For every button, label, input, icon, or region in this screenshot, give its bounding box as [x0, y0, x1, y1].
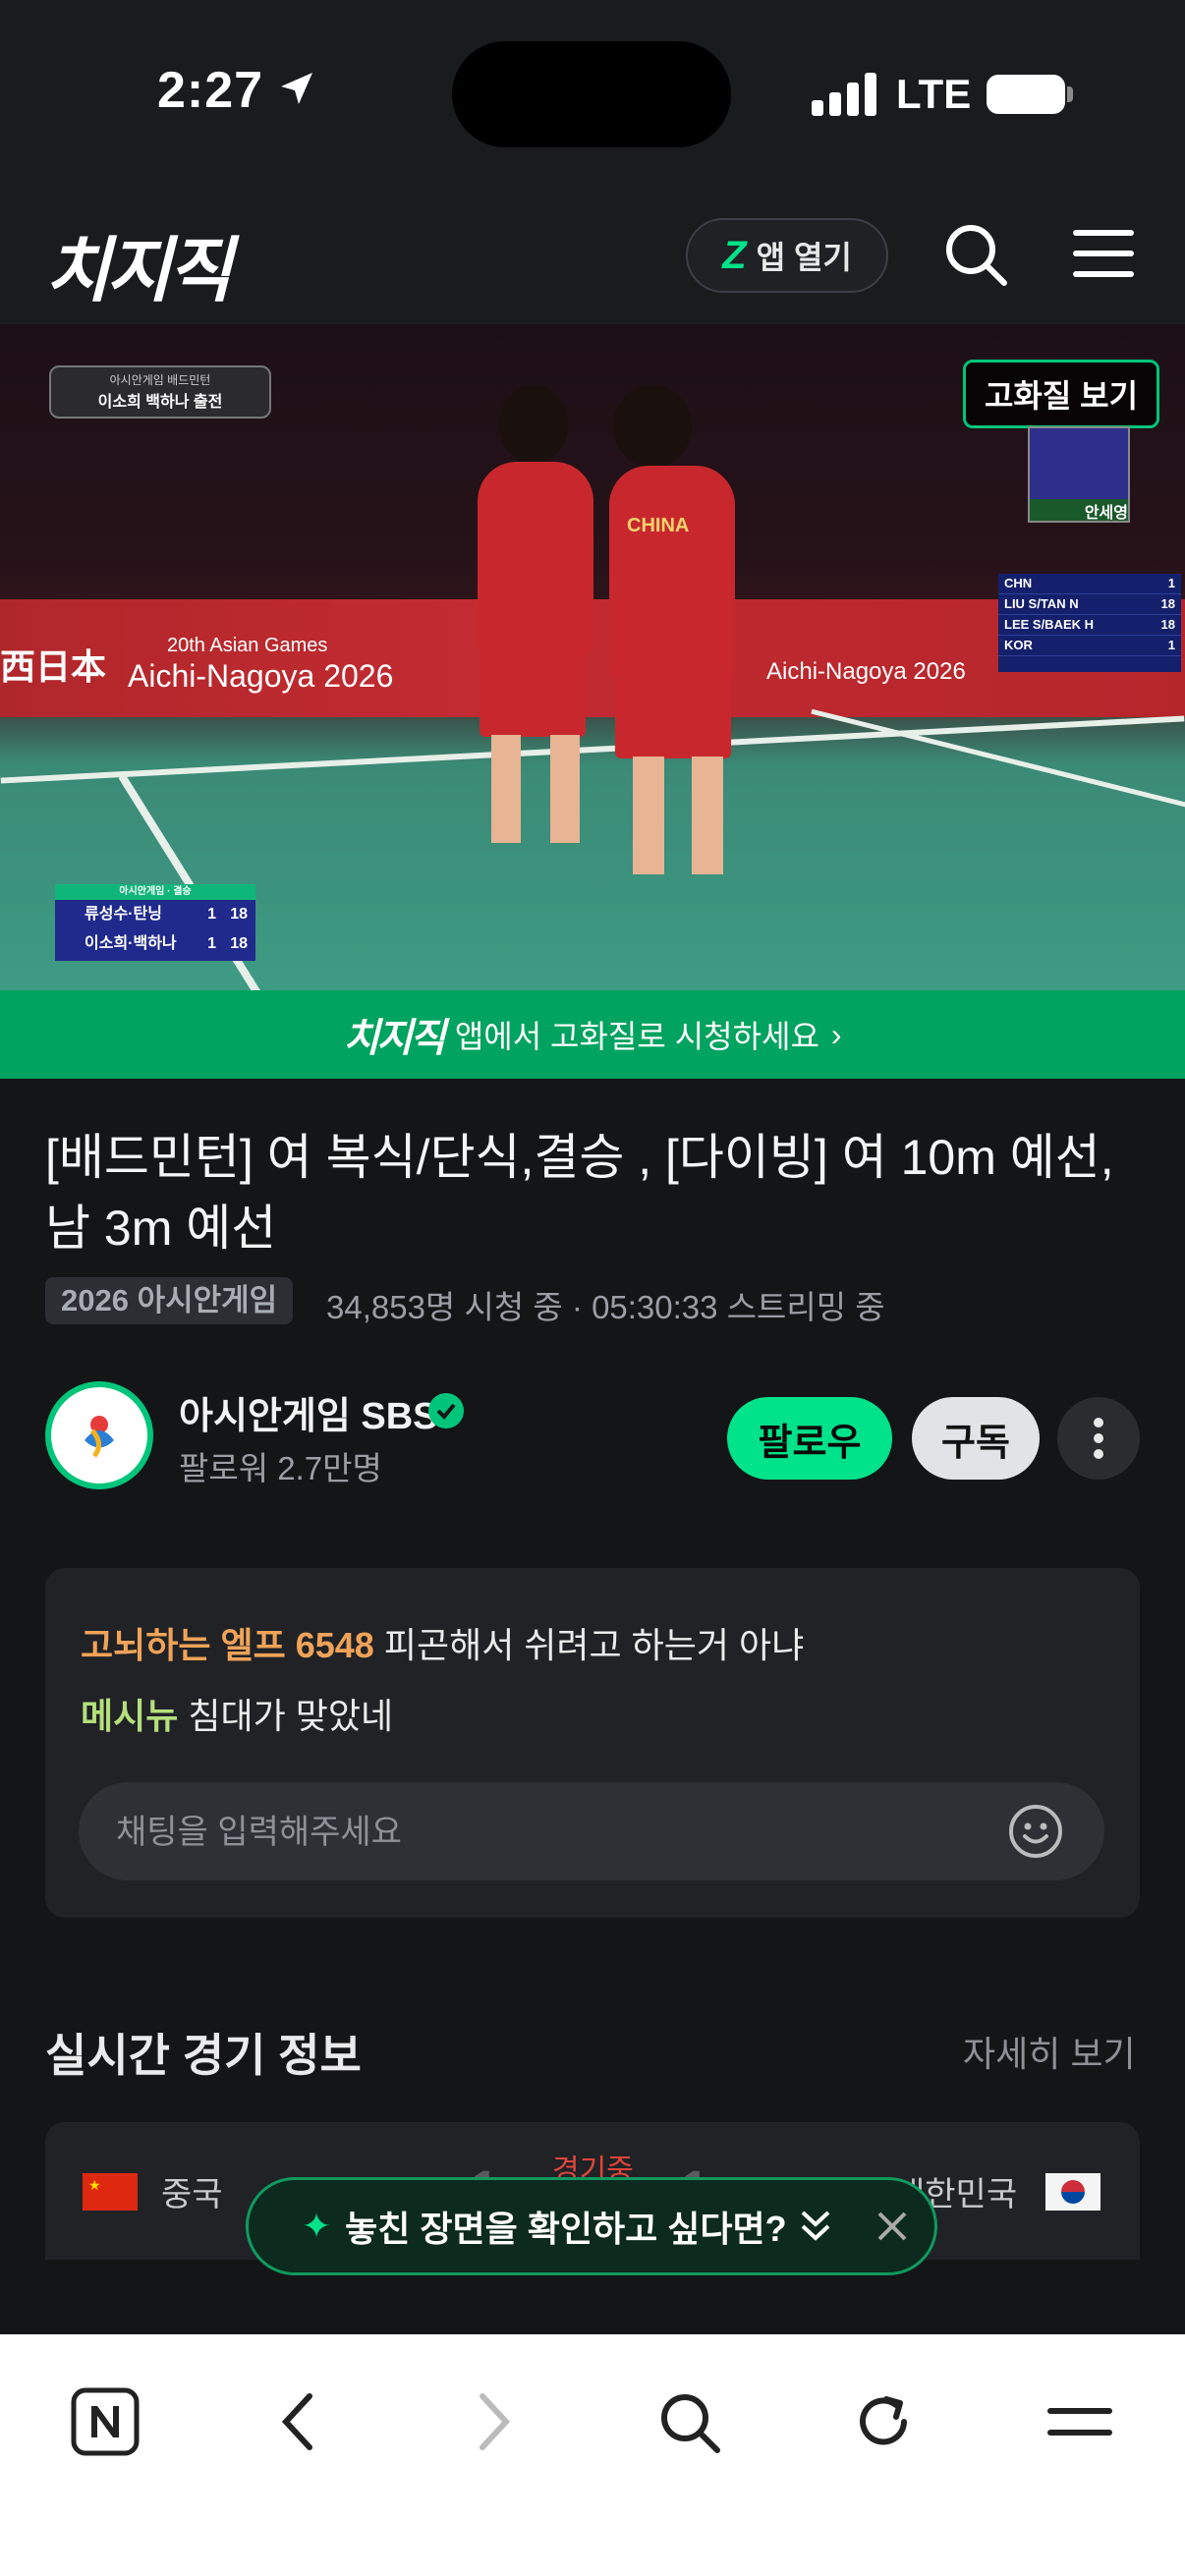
chevron-right-icon: ›	[830, 1016, 842, 1052]
double-chevron-down-icon	[801, 2211, 829, 2241]
chat-text: 침대가 맞았네	[188, 1696, 394, 1736]
naver-n-icon	[71, 2387, 140, 2456]
menu-lines-icon	[1047, 2408, 1112, 2436]
chevron-right-icon	[480, 2393, 511, 2450]
close-icon[interactable]	[875, 2210, 909, 2243]
promo-logo: 치지직	[343, 1017, 445, 1060]
more-vertical-icon	[1094, 1418, 1103, 1459]
scoreboard-right: CHN 1 LIU S/TAN N 18 LEE S/BAEK H 18 KOR 1	[998, 574, 1181, 672]
chat-message: 고뇌하는 엘프 6548 피곤해서 쉬려고 하는거 아냐	[81, 1617, 804, 1668]
missed-scenes-toast[interactable]: ✦ 놓친 장면을 확인하고 싶다면?	[246, 2177, 937, 2275]
battery-icon	[987, 75, 1065, 114]
location-arrow-icon	[281, 73, 312, 104]
browser-bottom-bar	[0, 2334, 1185, 2576]
player-head	[499, 385, 568, 464]
reload-icon	[860, 2396, 907, 2445]
status-time: 2:27	[157, 62, 264, 119]
dynamic-island	[452, 41, 731, 147]
player-shirt: CHINA	[609, 466, 735, 682]
team1-name: 중국	[161, 2176, 223, 2213]
scoreboard-row: LIU S/TAN N 18	[998, 594, 1181, 615]
korea-flag-icon	[1045, 2173, 1100, 2211]
network-label: LTE	[896, 71, 972, 117]
scoreboard-left: 아시안게임 · 결승 류성수·탄닝 1 18 이소희·백하나 1 18	[55, 884, 255, 961]
scoreboard-row: LEE S/BAEK H 18	[998, 615, 1181, 636]
category-chip[interactable]: 2026 아시안게임	[45, 1277, 294, 1324]
chevron-left-icon	[281, 2393, 312, 2450]
hoarding-jp-text: 西日本	[0, 646, 107, 687]
chzzk-z-icon: Z	[722, 233, 747, 277]
player-leg	[491, 735, 521, 843]
stream-title: [배드민턴] 여 복식/단식,결승 , [다이빙] 여 10m 예선,남 3m …	[45, 1130, 1114, 1256]
jersey-text: CHINA	[627, 515, 690, 536]
channel-name[interactable]: 아시안게임 SBS	[179, 1385, 438, 1439]
broadcast-overlay-badge: 아시안게임 배드민턴 이소희 백하나 출전	[49, 365, 271, 419]
forward-button[interactable]	[450, 2378, 538, 2466]
stream-meta: 34,853명 시청 중 · 05:30:33 스트리밍 중	[326, 1281, 885, 1328]
chat-input-container	[79, 1782, 1104, 1882]
asian-games-logo-icon	[85, 1416, 114, 1458]
hoarding-right-text: Aichi-Nagoya 2026	[766, 658, 966, 685]
live-match-section-title: 실시간 경기 정보	[45, 2030, 362, 2081]
signal-icon	[812, 73, 876, 116]
live-match-more-link[interactable]: 자세히 보기	[963, 2026, 1136, 2077]
hoarding-left-line2: Aichi-Nagoya 2026	[128, 658, 394, 694]
more-options-button[interactable]	[1057, 1397, 1140, 1480]
hq-view-button[interactable]: 고화질 보기	[963, 360, 1159, 428]
viewer-count: 34,853명 시청 중	[326, 1289, 563, 1325]
player-head	[613, 385, 692, 468]
scoreboard-row: 류성수·탄닝 1 18	[85, 906, 248, 923]
player-shorts	[615, 668, 731, 758]
meta-separator: ·	[571, 1289, 583, 1325]
stream-duration: 05:30:33 스트리밍 중	[592, 1289, 885, 1325]
commentator-name: 안세영	[1030, 499, 1128, 522]
follow-button[interactable]: 팔로우	[727, 1397, 892, 1480]
chat-nickname[interactable]: 고뇌하는 엘프 6548	[81, 1625, 374, 1665]
reload-button[interactable]	[839, 2378, 928, 2466]
player-shorts	[480, 648, 586, 737]
scoreboard-header: 아시안게임 · 결승	[55, 884, 255, 900]
chzzk-logo[interactable]: 치지직	[45, 212, 233, 315]
promo-text: 앱에서 고화질로 시청하세요	[454, 1019, 819, 1054]
chat-input[interactable]	[114, 1782, 983, 1882]
browser-menu-button[interactable]	[1036, 2378, 1124, 2466]
app-open-button[interactable]: Z 앱 열기	[686, 218, 888, 293]
hoarding-left-line1: 20th Asian Games	[167, 635, 328, 656]
app-open-label: 앱 열기	[756, 240, 852, 275]
chat-panel: 고뇌하는 엘프 6548 피곤해서 쉬려고 하는거 아냐 메시뉴 침대가 맞았네	[45, 1568, 1140, 1918]
emoji-icon[interactable]	[1008, 1804, 1063, 1859]
search-icon[interactable]	[939, 218, 1010, 289]
naver-home-button[interactable]	[61, 2378, 149, 2466]
chat-message: 메시뉴 침대가 맞았네	[81, 1688, 393, 1739]
commentator-pip: 안세영	[1028, 426, 1130, 523]
search-icon	[661, 2394, 720, 2453]
overlay-line2: 이소희 백하나 출전	[97, 394, 223, 411]
player-leg	[633, 756, 664, 874]
player-shirt	[478, 462, 593, 658]
chat-nickname[interactable]: 메시뉴	[81, 1696, 178, 1736]
subscribe-button[interactable]: 구독	[912, 1397, 1040, 1480]
battery-tip	[1067, 86, 1073, 102]
player-leg	[550, 735, 580, 843]
back-button[interactable]	[254, 2378, 342, 2466]
scoreboard-row: CHN 1	[998, 574, 1181, 594]
channel-avatar[interactable]	[45, 1381, 153, 1489]
browser-search-button[interactable]	[645, 2378, 733, 2466]
sparkle-icon: ✦	[302, 2206, 332, 2246]
toast-text: 놓친 장면을 확인하고 싶다면?	[345, 2209, 787, 2249]
scoreboard-row: KOR 1	[998, 636, 1181, 656]
follower-count: 팔로워 2.7만명	[179, 1450, 382, 1486]
overlay-line1: 아시안게임 배드민턴	[109, 373, 211, 387]
chat-text: 피곤해서 쉬려고 하는거 아냐	[383, 1625, 805, 1665]
verified-badge-icon	[428, 1393, 464, 1428]
hamburger-menu-icon[interactable]	[1071, 224, 1136, 283]
player-leg	[692, 756, 723, 874]
app-promo-banner[interactable]: 치지직 앱에서 고화질로 시청하세요 ›	[0, 990, 1185, 1079]
china-flag-icon: ★	[83, 2173, 138, 2211]
scoreboard-row: 이소희·백하나 1 18	[85, 935, 248, 952]
